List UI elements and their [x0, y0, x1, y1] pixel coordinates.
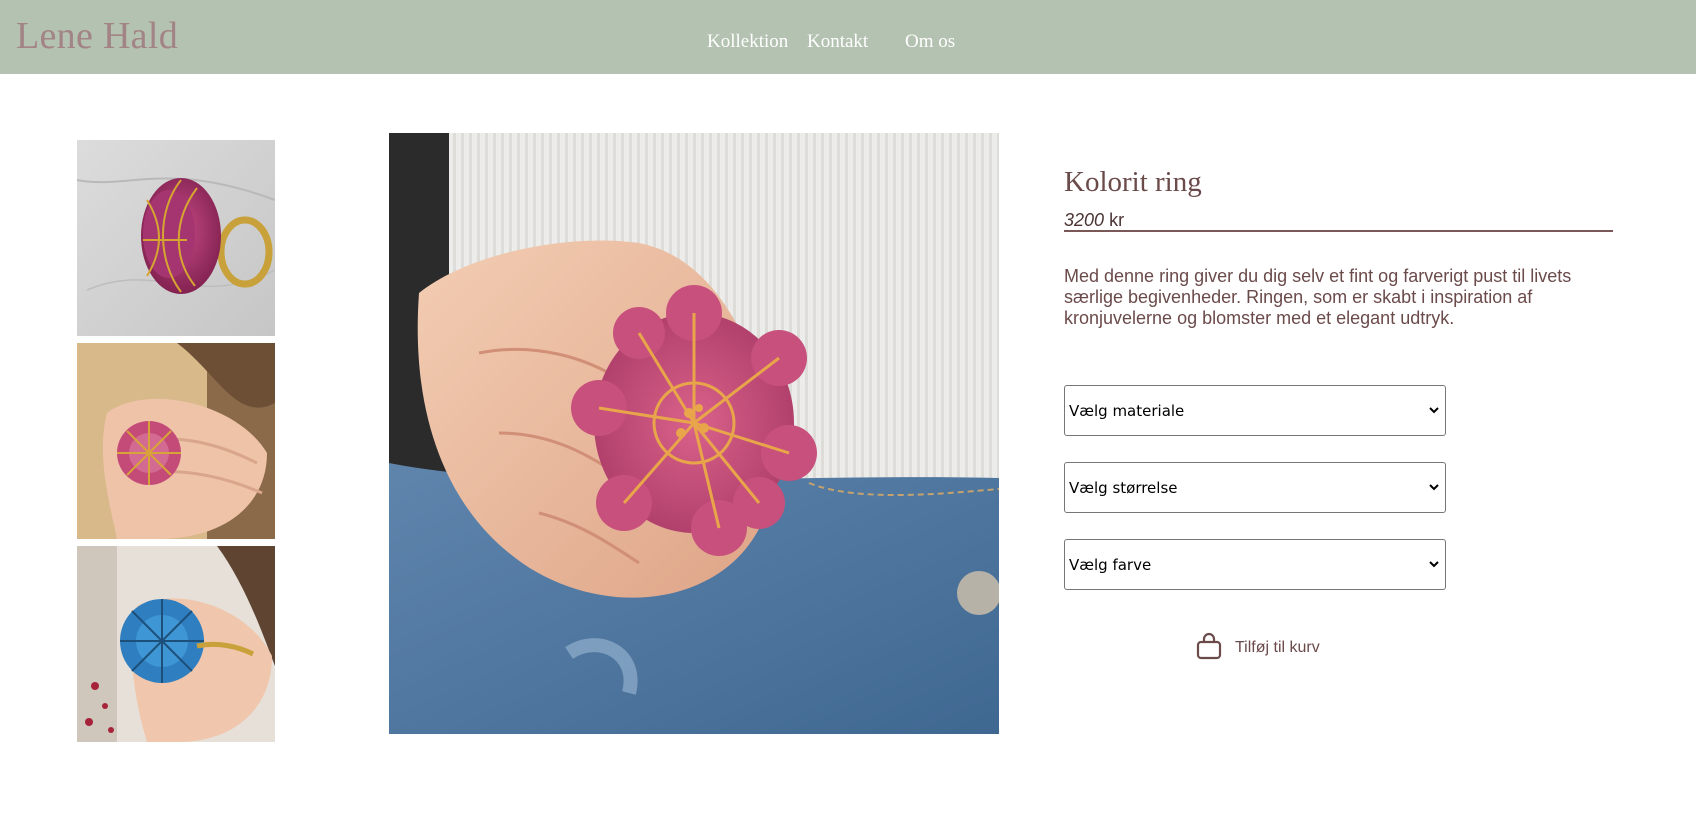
site-header: Lene Hald Kollektion Kontakt Om os	[0, 0, 1696, 74]
add-to-cart-button[interactable]: Tilføj til kurv	[1195, 632, 1320, 662]
ring-photo-main	[389, 133, 999, 734]
size-select[interactable]: Vælg størrelse	[1064, 462, 1446, 513]
add-to-cart-label: Tilføj til kurv	[1235, 639, 1320, 656]
nav-item-kontakt[interactable]: Kontakt	[807, 31, 868, 53]
product-title: Kolorit ring	[1064, 166, 1202, 198]
thumbnail-2[interactable]	[77, 343, 275, 539]
ring-photo-hand-blue	[77, 546, 275, 742]
color-select[interactable]: Vælg farve	[1064, 539, 1446, 590]
nav-item-om-os[interactable]: Om os	[905, 31, 955, 53]
price-divider	[1064, 230, 1613, 232]
thumbnail-1[interactable]	[77, 140, 275, 336]
chevron-down-icon	[1429, 407, 1439, 414]
ring-photo-hand-pink	[77, 343, 275, 539]
price-amount: 3200	[1064, 210, 1105, 230]
thumbnail-3[interactable]	[77, 546, 275, 742]
ring-photo-marble	[77, 140, 275, 336]
material-select[interactable]: Vælg materiale	[1064, 385, 1446, 436]
main-nav: Kollektion Kontakt Om os	[0, 31, 1696, 55]
product-price: 3200 kr	[1064, 210, 1124, 231]
chevron-down-icon	[1429, 561, 1439, 568]
shopping-bag-icon	[1196, 632, 1222, 660]
price-currency: kr	[1109, 210, 1125, 230]
size-select-value: Vælg størrelse	[1069, 479, 1178, 497]
material-select-value: Vælg materiale	[1069, 402, 1185, 420]
chevron-down-icon	[1429, 484, 1439, 491]
main-product-image	[389, 133, 999, 734]
product-description: Med denne ring giver du dig selv et fint…	[1064, 266, 1572, 328]
color-select-value: Vælg farve	[1069, 556, 1152, 574]
nav-item-kollektion[interactable]: Kollektion	[707, 31, 788, 53]
